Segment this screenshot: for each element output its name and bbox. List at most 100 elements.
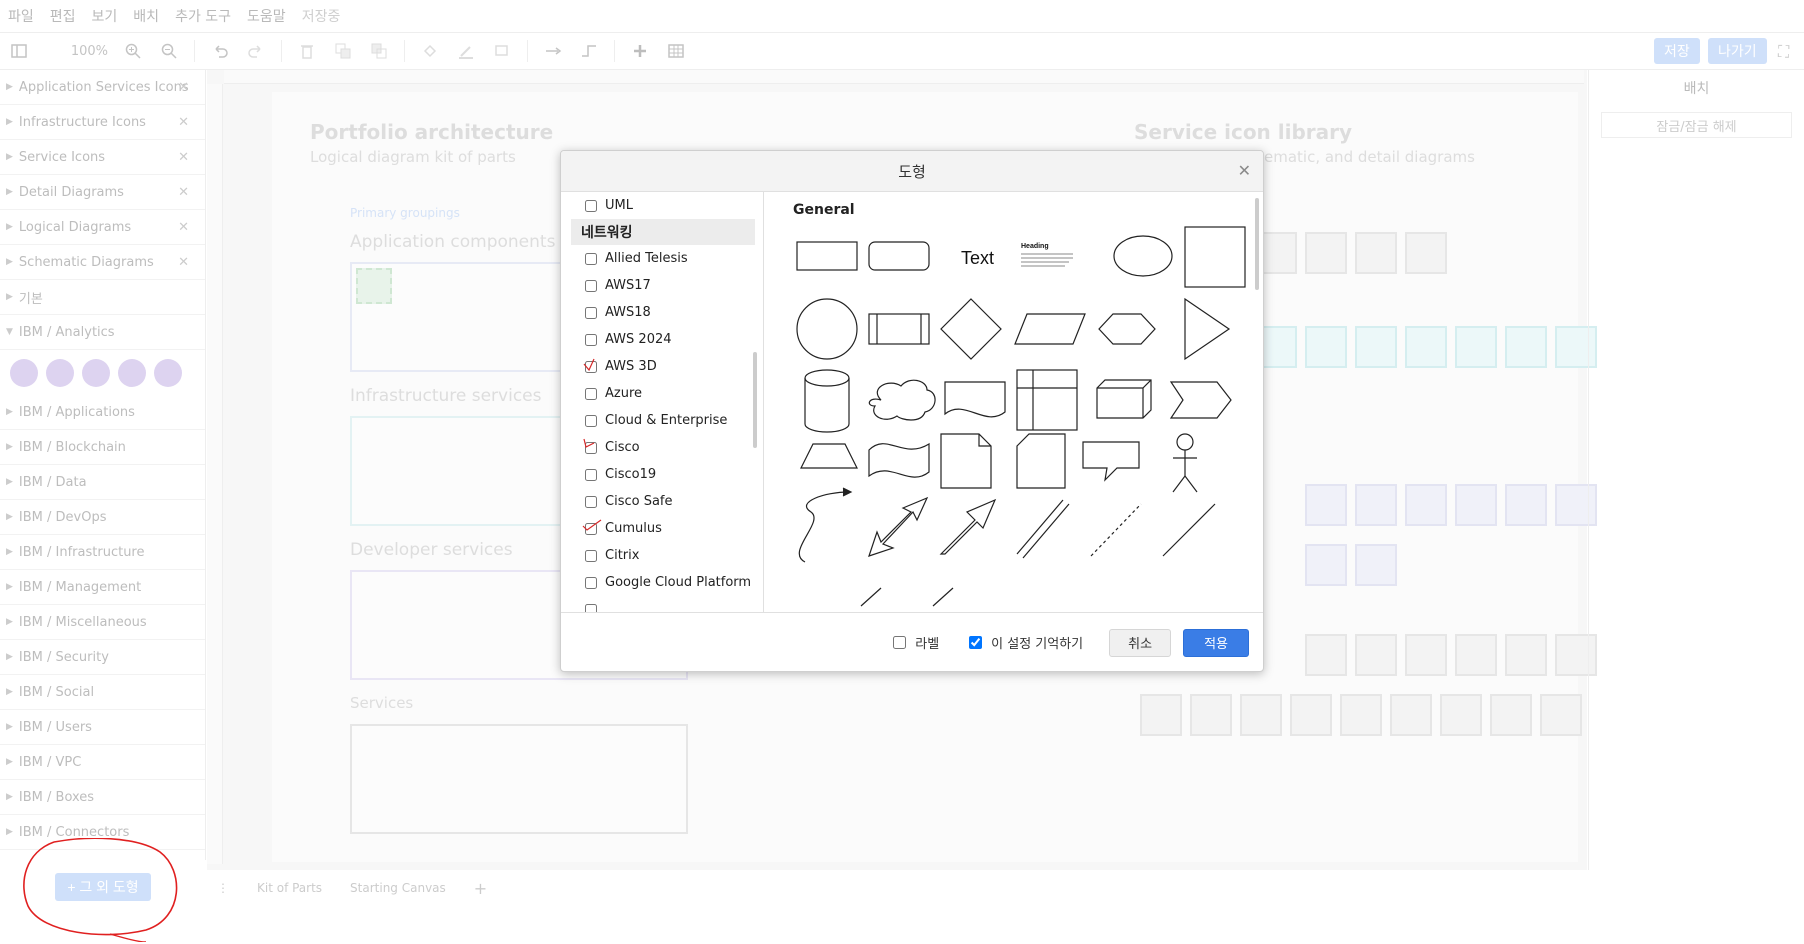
line-color-icon[interactable] (455, 40, 477, 62)
lib-option-uml[interactable]: UML (571, 192, 763, 219)
service-icon[interactable] (1355, 484, 1397, 526)
service-icon[interactable] (1190, 694, 1232, 736)
fullscreen-icon[interactable]: ⛶ (1778, 42, 1789, 62)
exit-button[interactable]: 나가기 (1708, 38, 1767, 64)
service-icon[interactable] (1305, 484, 1347, 526)
lib-option-aws17[interactable]: AWS17 (571, 272, 763, 299)
service-icon[interactable] (1505, 484, 1547, 526)
zoom-out-icon[interactable] (158, 40, 180, 62)
service-icon[interactable] (1455, 484, 1497, 526)
remember-checkbox[interactable] (969, 636, 983, 649)
label-checkbox[interactable] (893, 636, 907, 649)
lib-checkbox[interactable] (585, 333, 597, 346)
close-icon[interactable]: ✕ (178, 115, 189, 130)
lib-checkbox[interactable] (585, 576, 597, 589)
table-icon[interactable] (665, 40, 687, 62)
service-icon[interactable] (1540, 694, 1582, 736)
label-option[interactable]: 라벨 (889, 633, 939, 652)
analytics-shape-icon[interactable] (46, 358, 74, 387)
lib-option-azure[interactable]: Azure (571, 380, 763, 407)
lib-option-citrix[interactable]: Citrix (571, 542, 763, 569)
service-icon[interactable] (1240, 694, 1282, 736)
menu-view[interactable]: 보기 (92, 6, 118, 26)
analytics-shape-icon[interactable] (82, 358, 110, 387)
tab-kit-of-parts[interactable]: Kit of Parts (257, 881, 322, 895)
sidebar-lib-ibm-management[interactable]: ▶ IBM / Management (0, 570, 205, 605)
sidebar-lib-ibm-infrastructure[interactable]: ▶ IBM / Infrastructure (0, 535, 205, 570)
lib-checkbox[interactable] (585, 414, 597, 427)
sidebar-lib-ibm-vpc[interactable]: ▶ IBM / VPC (0, 745, 205, 780)
service-icon[interactable] (1340, 694, 1382, 736)
sidebar-lib-ibm-social[interactable]: ▶ IBM / Social (0, 675, 205, 710)
group-box-services[interactable] (350, 724, 688, 834)
close-icon[interactable]: ✕ (178, 150, 189, 165)
sidebar-lib-ibm-users[interactable]: ▶ IBM / Users (0, 710, 205, 745)
lib-option-cumulus[interactable]: Cumulus (571, 515, 763, 542)
sidebar-lib-app-services[interactable]: ▶ Application Services Icons ✕ (0, 70, 205, 105)
lib-checkbox[interactable] (585, 199, 597, 212)
save-button[interactable]: 저장 (1654, 38, 1700, 64)
redo-icon[interactable] (245, 40, 267, 62)
lib-checkbox[interactable] (585, 603, 597, 612)
remember-option[interactable]: 이 설정 기억하기 (965, 633, 1083, 652)
service-icon[interactable] (1455, 634, 1497, 676)
lib-option-cloud-enterprise[interactable]: Cloud & Enterprise (571, 407, 763, 434)
lib-checkbox[interactable] (585, 252, 597, 265)
undo-icon[interactable] (209, 40, 231, 62)
menu-extras[interactable]: 추가 도구 (175, 6, 231, 26)
lib-option-google-cloud[interactable]: Google Cloud Platform (571, 569, 763, 596)
analytics-shape-icon[interactable] (154, 358, 182, 387)
app-component-icon[interactable] (356, 268, 392, 304)
service-icon[interactable] (1455, 326, 1497, 368)
menu-arrange[interactable]: 배치 (133, 6, 159, 26)
sidebar-lib-logical-diagrams[interactable]: ▶ Logical Diagrams ✕ (0, 210, 205, 245)
waypoints-icon[interactable] (578, 40, 600, 62)
format-panel-icon[interactable] (8, 40, 30, 62)
zoom-level[interactable]: 100% (44, 44, 108, 59)
service-icon[interactable] (1405, 484, 1447, 526)
connection-icon[interactable] (542, 40, 564, 62)
lock-unlock-button[interactable]: 잠금/잠금 해제 (1601, 112, 1792, 138)
service-icon[interactable] (1355, 232, 1397, 274)
shadow-icon[interactable] (491, 40, 513, 62)
sidebar-lib-ibm-boxes[interactable]: ▶ IBM / Boxes (0, 780, 205, 815)
service-icon[interactable] (1490, 694, 1532, 736)
sidebar-lib-ibm-security[interactable]: ▶ IBM / Security (0, 640, 205, 675)
page-menu-icon[interactable]: ⋮ (217, 881, 229, 895)
sidebar-lib-schematic-diagrams[interactable]: ▶ Schematic Diagrams ✕ (0, 245, 205, 280)
lib-checkbox[interactable] (585, 306, 597, 319)
to-back-icon[interactable] (368, 40, 390, 62)
close-icon[interactable]: ✕ (178, 80, 189, 95)
menu-help[interactable]: 도움말 (247, 6, 286, 26)
close-icon[interactable]: ✕ (178, 185, 189, 200)
service-icon[interactable] (1140, 694, 1182, 736)
sidebar-lib-ibm-devops[interactable]: ▶ IBM / DevOps (0, 500, 205, 535)
delete-icon[interactable] (296, 40, 318, 62)
lib-option-aws-3d[interactable]: AWS 3D (571, 353, 763, 380)
lib-option-cisco[interactable]: Cisco (571, 434, 763, 461)
to-front-icon[interactable] (332, 40, 354, 62)
lib-checkbox[interactable] (585, 495, 597, 508)
lib-checkbox[interactable] (585, 387, 597, 400)
insert-plus-icon[interactable] (629, 40, 651, 62)
close-icon[interactable]: ✕ (178, 220, 189, 235)
analytics-shape-icon[interactable] (118, 358, 146, 387)
sidebar-lib-basic[interactable]: ▶ 기본 (0, 280, 205, 315)
lib-option-cisco-safe[interactable]: Cisco Safe (571, 488, 763, 515)
service-icon[interactable] (1355, 634, 1397, 676)
analytics-shape-icon[interactable] (10, 358, 38, 387)
sidebar-lib-ibm-analytics[interactable]: ▼ IBM / Analytics (0, 315, 205, 350)
service-icon[interactable] (1355, 326, 1397, 368)
add-page-icon[interactable]: + (474, 879, 487, 898)
sidebar-lib-detail-diagrams[interactable]: ▶ Detail Diagrams ✕ (0, 175, 205, 210)
service-icon[interactable] (1405, 326, 1447, 368)
sidebar-lib-ibm-data[interactable]: ▶ IBM / Data (0, 465, 205, 500)
zoom-in-icon[interactable] (122, 40, 144, 62)
service-icon[interactable] (1305, 634, 1347, 676)
service-icon[interactable] (1305, 232, 1347, 274)
service-icon[interactable] (1390, 694, 1432, 736)
lib-checkbox[interactable] (585, 549, 597, 562)
lib-option-allied-telesis[interactable]: Allied Telesis (571, 245, 763, 272)
service-icon[interactable] (1355, 544, 1397, 586)
sidebar-lib-infra-icons[interactable]: ▶ Infrastructure Icons ✕ (0, 105, 205, 140)
